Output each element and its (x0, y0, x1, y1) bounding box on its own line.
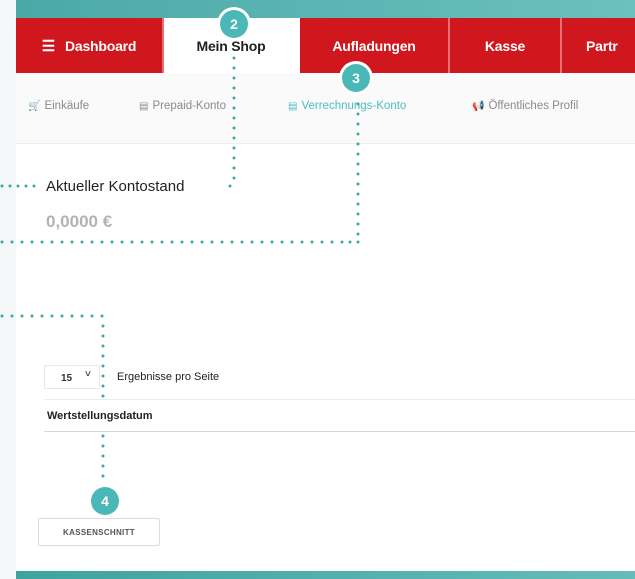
nav-mein-shop-label: Mein Shop (196, 37, 266, 54)
nav-kasse[interactable]: Kasse (450, 18, 562, 73)
column-wertstellungsdatum[interactable]: Wertstellungsdatum (47, 410, 153, 422)
subnav-verrechnungs[interactable]: ▤ Verrechnungs-Konto (288, 100, 406, 112)
megaphone-icon: 📢 (472, 101, 485, 112)
table-header: Wertstellungsdatum (44, 399, 635, 432)
annotation-badge-2: 2 (220, 10, 248, 38)
subnav-profil[interactable]: 📢 Öffentliches Profil (472, 100, 578, 112)
page-size-select[interactable]: 15 ˅ (44, 365, 100, 389)
page-size-value: 15 (61, 373, 73, 384)
annotation-badge-4: 4 (91, 487, 119, 515)
sub-nav: 🛒 Einkäufe ▤ Prepaid-Konto ▤ Verrechnungs-K… (16, 73, 635, 144)
subnav-profil-label: Öffentliches Profil (488, 100, 579, 112)
nav-dashboard[interactable]: ☰ Dashboard (16, 18, 164, 73)
nav-aufladungen[interactable]: Aufladungen (300, 18, 450, 73)
balance-title: Aktueller Kontostand (46, 178, 188, 195)
chevron-down-icon: ˅ (85, 369, 91, 380)
kassenschnitt-button[interactable]: KASSENSCHNITT (38, 518, 160, 546)
balance-value: 0,0000 € (46, 212, 113, 231)
nav-partner[interactable]: Partr (562, 18, 635, 73)
subnav-einkaeufe-label: Einkäufe (44, 100, 90, 112)
subnav-einkaeufe[interactable]: 🛒 Einkäufe (28, 100, 89, 112)
subnav-prepaid[interactable]: ▤ Prepaid-Konto (139, 100, 226, 112)
main-nav: ☰ Dashboard Mein Shop Aufladungen Kasse … (16, 18, 635, 73)
card-icon: ▤ (139, 101, 149, 112)
nav-partner-label: Partr (586, 37, 618, 54)
per-page-label: Ergebnisse pro Seite (117, 371, 220, 383)
subnav-prepaid-label: Prepaid-Konto (152, 100, 226, 112)
top-strip (16, 0, 635, 18)
left-margin (0, 0, 16, 579)
nav-kasse-label: Kasse (484, 37, 526, 54)
nav-aufladungen-label: Aufladungen (332, 37, 416, 54)
menu-icon: ☰ (41, 37, 55, 55)
bottom-strip (16, 571, 635, 579)
cart-icon: 🛒 (28, 101, 41, 112)
annotation-badge-3: 3 (342, 64, 370, 92)
card-icon: ▤ (288, 101, 298, 112)
nav-dashboard-label: Dashboard (64, 37, 137, 54)
subnav-verrechnungs-label: Verrechnungs-Konto (301, 100, 407, 112)
